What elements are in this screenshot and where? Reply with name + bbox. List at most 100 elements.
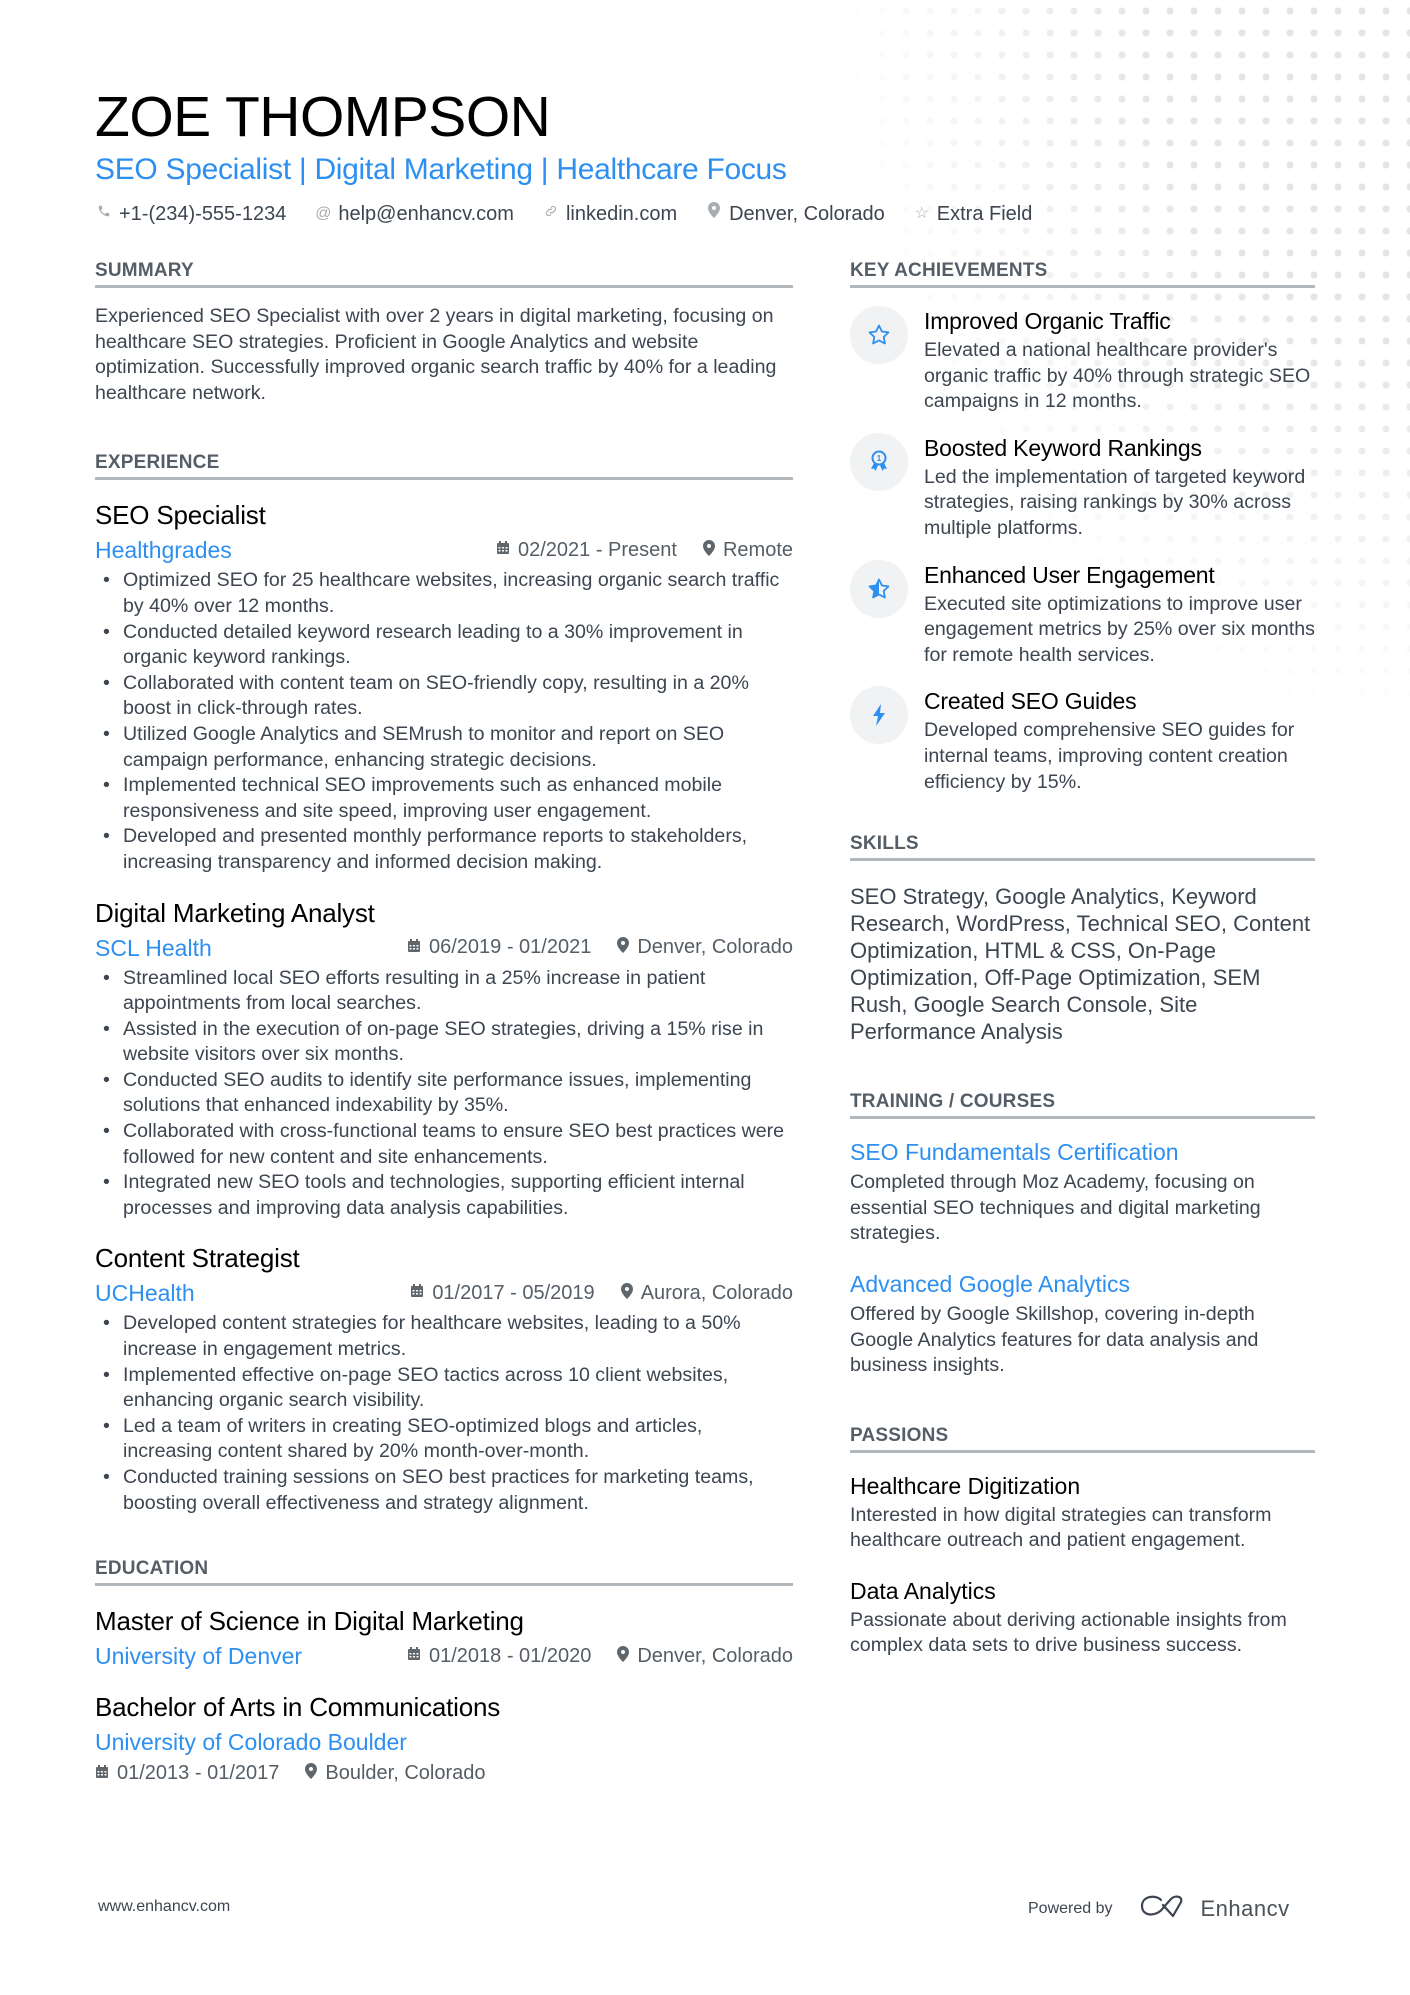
award-ribbon-icon: 1 (850, 432, 908, 491)
contact-email[interactable]: @ help@enhancv.com (314, 200, 514, 228)
star-outline-icon (850, 306, 908, 364)
job-bullet: Collaborated with cross-functional teams… (95, 1119, 793, 1170)
achievement-item: Created SEO Guides Developed comprehensi… (850, 686, 1315, 795)
contact-linkedin[interactable]: linkedin.com (542, 200, 677, 228)
contact-phone[interactable]: +1-(234)-555-1234 (95, 200, 286, 228)
calendar-icon (410, 1283, 424, 1303)
contact-extra-text: Extra Field (936, 203, 1033, 225)
contact-location: Denver, Colorado (705, 200, 885, 228)
contact-location-text: Denver, Colorado (729, 203, 885, 225)
job-bullet: Streamlined local SEO efforts resulting … (95, 966, 793, 1017)
contact-extra-field: ☆ Extra Field (913, 200, 1033, 228)
job-bullet: Collaborated with content team on SEO-fr… (95, 671, 793, 722)
experience-section: EXPERIENCE SEO Specialist Healthgrades 0… (95, 450, 793, 1516)
star-outline-icon: ☆ (914, 205, 929, 222)
resume-header: ZOE THOMPSON SEO Specialist | Digital Ma… (95, 82, 1315, 228)
job-bullet: Implemented technical SEO improvements s… (95, 773, 793, 824)
company-name[interactable]: Healthgrades (95, 534, 232, 566)
skills-section: SKILLS SEO Strategy, Google Analytics, K… (850, 831, 1315, 1045)
job-bullet: Assisted in the execution of on-page SEO… (95, 1017, 793, 1068)
school-name[interactable]: University of Denver (95, 1640, 302, 1672)
passion-item: Healthcare Digitization Interested in ho… (850, 1471, 1315, 1554)
phone-icon (95, 200, 113, 228)
job-entry: Digital Marketing Analyst SCL Health 06/… (95, 896, 793, 1222)
summary-heading: SUMMARY (95, 258, 793, 288)
footer-website-link[interactable]: www.enhancv.com (98, 1898, 230, 1916)
job-meta: UCHealth 01/2017 - 05/2019 Aurora, Color… (95, 1277, 793, 1309)
passion-title: Healthcare Digitization (850, 1472, 1081, 1499)
contact-email-text: help@enhancv.com (338, 203, 514, 225)
achievement-title: Created SEO Guides (924, 688, 1137, 715)
contact-bar: +1-(234)-555-1234 @ help@enhancv.com lin… (95, 200, 1315, 228)
passion-desc: Interested in how digital strategies can… (850, 1503, 1272, 1552)
course-item: SEO Fundamentals Certification Completed… (850, 1137, 1315, 1247)
training-section: TRAINING / COURSES SEO Fundamentals Cert… (850, 1089, 1315, 1379)
degree-title: Bachelor of Arts in Communications (95, 1692, 501, 1723)
job-location: Aurora, Colorado (640, 1281, 793, 1304)
location-pin-icon (305, 1763, 318, 1784)
achievement-desc: Elevated a national healthcare provider'… (924, 339, 1311, 413)
job-bullet: Utilized Google Analytics and SEMrush to… (95, 722, 793, 773)
achievement-desc: Executed site optimizations to improve u… (924, 592, 1315, 666)
job-dates: 01/2017 - 05/2019 (432, 1281, 595, 1304)
candidate-title: SEO Specialist | Digital Marketing | Hea… (95, 153, 787, 186)
course-title[interactable]: Advanced Google Analytics (850, 1269, 1315, 1299)
job-entry: Content Strategist UCHealth 01/2017 - 05… (95, 1241, 793, 1516)
job-title: SEO Specialist (95, 500, 266, 531)
course-desc: Offered by Google Skillshop, covering in… (850, 1302, 1259, 1377)
calendar-icon (407, 1646, 421, 1666)
passions-section: PASSIONS Healthcare Digitization Interes… (850, 1423, 1315, 1659)
footer-branding[interactable]: Powered by Enhancv (1028, 1893, 1290, 1924)
half-star-icon (850, 559, 908, 618)
achievements-section: KEY ACHIEVEMENTS Improved Organic Traffi… (850, 258, 1315, 795)
job-title: Digital Marketing Analyst (95, 897, 375, 928)
job-bullet: Conducted detailed keyword research lead… (95, 620, 793, 671)
resume-page: ZOE THOMPSON SEO Specialist | Digital Ma… (0, 0, 1410, 1995)
achievement-title: Enhanced User Engagement (924, 561, 1215, 588)
right-column: KEY ACHIEVEMENTS Improved Organic Traffi… (850, 258, 1315, 1659)
education-location: Denver, Colorado (637, 1644, 793, 1667)
education-location: Boulder, Colorado (325, 1762, 486, 1785)
experience-heading: EXPERIENCE (95, 450, 793, 481)
education-section: EDUCATION Master of Science in Digital M… (95, 1556, 793, 1785)
company-name[interactable]: UCHealth (95, 1277, 195, 1309)
achievement-title: Boosted Keyword Rankings (924, 434, 1202, 461)
summary-text: Experienced SEO Specialist with over 2 y… (95, 305, 777, 404)
calendar-icon (496, 540, 510, 560)
job-bullet: Integrated new SEO tools and technologie… (95, 1170, 793, 1221)
calendar-icon (407, 938, 421, 958)
passions-heading: PASSIONS (850, 1423, 1315, 1453)
achievement-desc: Developed comprehensive SEO guides for i… (924, 719, 1295, 793)
link-icon (542, 200, 560, 228)
enhancv-logo-icon (1139, 1893, 1187, 1924)
education-entry: Bachelor of Arts in Communications Unive… (95, 1690, 793, 1785)
course-title[interactable]: SEO Fundamentals Certification (850, 1137, 1315, 1167)
job-dates: 06/2019 - 01/2021 (428, 936, 592, 958)
education-dates: 01/2013 - 01/2017 (117, 1762, 280, 1785)
company-name[interactable]: SCL Health (95, 932, 212, 964)
summary-section: SUMMARY Experienced SEO Specialist with … (95, 258, 793, 406)
passion-desc: Passionate about deriving actionable ins… (850, 1608, 1287, 1657)
achievement-title: Improved Organic Traffic (924, 308, 1171, 334)
lightning-bolt-icon (850, 686, 908, 745)
enhancv-brand-name: Enhancv (1200, 1895, 1290, 1921)
job-title: Content Strategist (95, 1243, 300, 1274)
svg-text:1: 1 (877, 454, 882, 463)
powered-by-label: Powered by (1028, 1899, 1113, 1917)
left-column: SUMMARY Experienced SEO Specialist with … (95, 258, 793, 1785)
course-desc: Completed through Moz Academy, focusing … (850, 1171, 1261, 1245)
achievement-item: Improved Organic Traffic Elevated a nati… (850, 306, 1315, 415)
job-bullet: Developed content strategies for healthc… (95, 1311, 793, 1362)
passion-title: Data Analytics (850, 1577, 996, 1604)
skills-heading: SKILLS (850, 831, 1315, 862)
skills-text: SEO Strategy, Google Analytics, Keyword … (850, 884, 1311, 1045)
passion-item: Data Analytics Passionate about deriving… (850, 1576, 1315, 1659)
education-dates: 01/2018 - 01/2020 (428, 1644, 592, 1667)
job-meta: Healthgrades 02/2021 - Present Remote (95, 534, 793, 566)
education-heading: EDUCATION (95, 1556, 793, 1587)
location-pin-icon (705, 200, 723, 228)
school-name[interactable]: University of Colorado Boulder (95, 1726, 793, 1758)
contact-phone-text: +1-(234)-555-1234 (119, 203, 287, 225)
job-location: Denver, Colorado (637, 936, 793, 958)
at-icon: @ (315, 205, 332, 222)
